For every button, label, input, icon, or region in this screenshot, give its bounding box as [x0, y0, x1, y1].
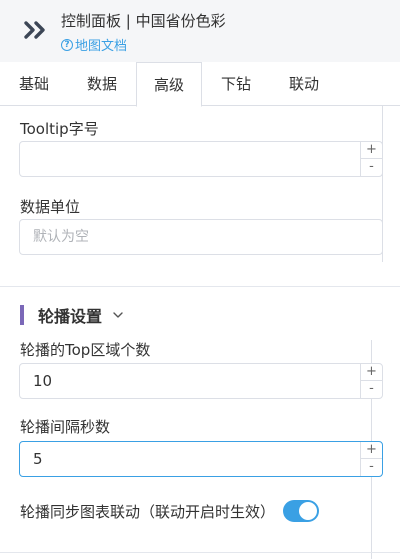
tab-linkage[interactable]: 联动: [270, 62, 338, 106]
carousel-interval-value: 5: [33, 450, 43, 468]
decrement-button[interactable]: -: [361, 159, 382, 176]
carousel-sync-label: 轮播同步图表联动（联动开启时生效）: [20, 503, 276, 521]
map-doc-link[interactable]: ? 地图文档: [61, 35, 127, 54]
bottom-divider: [0, 552, 400, 553]
data-unit-label: 数据单位: [20, 198, 81, 216]
help-circle-icon: ?: [61, 38, 73, 51]
section-accent-bar: [20, 305, 24, 325]
carousel-interval-stepper: + -: [360, 442, 382, 476]
tab-drilldown[interactable]: 下钻: [202, 62, 270, 106]
carousel-top-count-stepper: + -: [360, 364, 382, 398]
decrement-button[interactable]: -: [361, 381, 382, 398]
tab-advanced[interactable]: 高级: [136, 62, 202, 107]
carousel-top-count-label: 轮播的Top区域个数: [20, 341, 151, 359]
increment-button[interactable]: +: [361, 442, 382, 459]
tooltip-font-size-stepper: + -: [360, 142, 382, 176]
carousel-top-count-input[interactable]: 10 + -: [19, 363, 383, 399]
tab-data[interactable]: 数据: [68, 62, 136, 106]
panel-title: 控制面板 | 中国省份色彩: [61, 12, 226, 30]
data-unit-input[interactable]: [19, 219, 383, 255]
carousel-interval-label: 轮播间隔秒数: [20, 418, 111, 436]
tooltip-font-size-input[interactable]: + -: [19, 141, 383, 177]
carousel-top-count-value: 10: [33, 372, 53, 390]
carousel-section-header[interactable]: 轮播设置: [20, 305, 124, 326]
tab-basic[interactable]: 基础: [0, 62, 68, 106]
decrement-button[interactable]: -: [361, 459, 382, 476]
chevron-down-icon: [113, 312, 123, 318]
carousel-section-title: 轮播设置: [38, 307, 103, 326]
map-doc-link-label: 地图文档: [75, 39, 128, 54]
tooltip-font-size-label: Tooltip字号: [20, 120, 99, 138]
control-panel-header: 控制面板 | 中国省份色彩 ? 地图文档: [0, 0, 400, 62]
settings-tabs: 基础 数据 高级 下钻 联动: [0, 62, 400, 107]
switch-knob: [299, 502, 317, 520]
carousel-sync-switch[interactable]: [283, 500, 319, 522]
section-divider: [0, 286, 400, 287]
double-chevron-right-icon[interactable]: [22, 18, 50, 42]
increment-button[interactable]: +: [361, 142, 382, 159]
increment-button[interactable]: +: [361, 364, 382, 381]
carousel-interval-input[interactable]: 5 + -: [19, 441, 383, 477]
